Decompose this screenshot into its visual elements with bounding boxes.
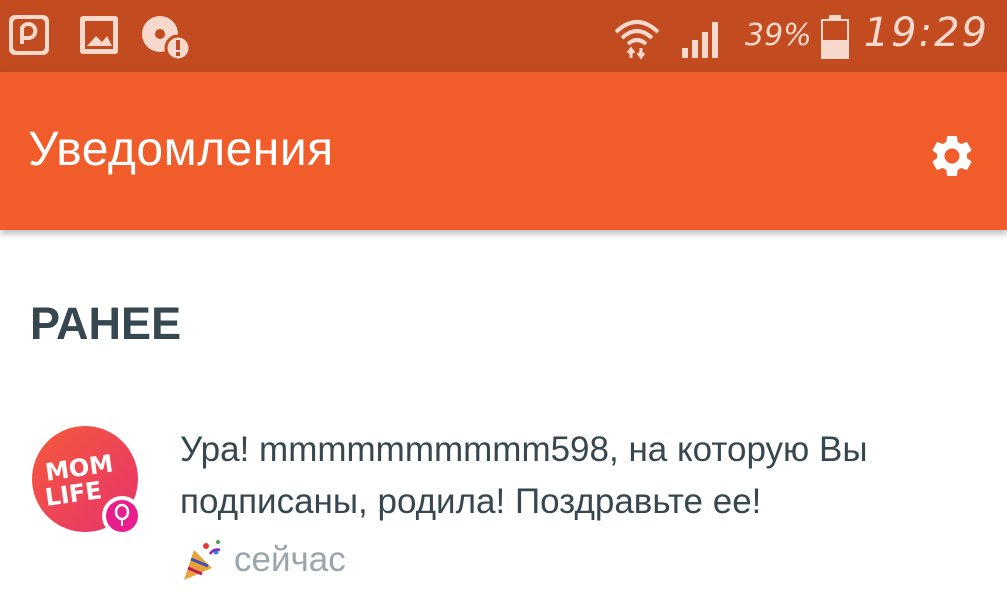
alert-disc-icon — [142, 16, 192, 62]
momlife-avatar-icon: MOM LIFE — [32, 426, 142, 536]
signal-icon — [682, 22, 718, 58]
battery-percent: 39% — [745, 18, 812, 53]
notification-text: Ура! mmmmmmmmmm598, на которую Вы подпис… — [180, 430, 868, 521]
party-popper-icon — [184, 540, 221, 580]
gallery-icon — [80, 16, 118, 54]
battery-icon — [821, 15, 849, 59]
notification-meta: сейчас — [180, 538, 346, 582]
section-header: РАНЕЕ — [30, 298, 182, 349]
settings-button[interactable] — [920, 124, 984, 188]
wifi-icon — [614, 20, 660, 60]
app-toolbar: Уведомления — [0, 72, 1007, 230]
notification-time: сейчас — [234, 540, 346, 579]
status-time: 19:29 — [863, 10, 989, 56]
status-bar: 39% 19:29 — [0, 0, 1007, 72]
gear-icon — [932, 136, 972, 176]
page-title: Уведомления — [28, 123, 334, 176]
notification-item[interactable]: MOM LIFE Ура! mmmmmmmmmm598, на которую … — [0, 410, 1007, 600]
app-notification-icon — [9, 15, 49, 55]
